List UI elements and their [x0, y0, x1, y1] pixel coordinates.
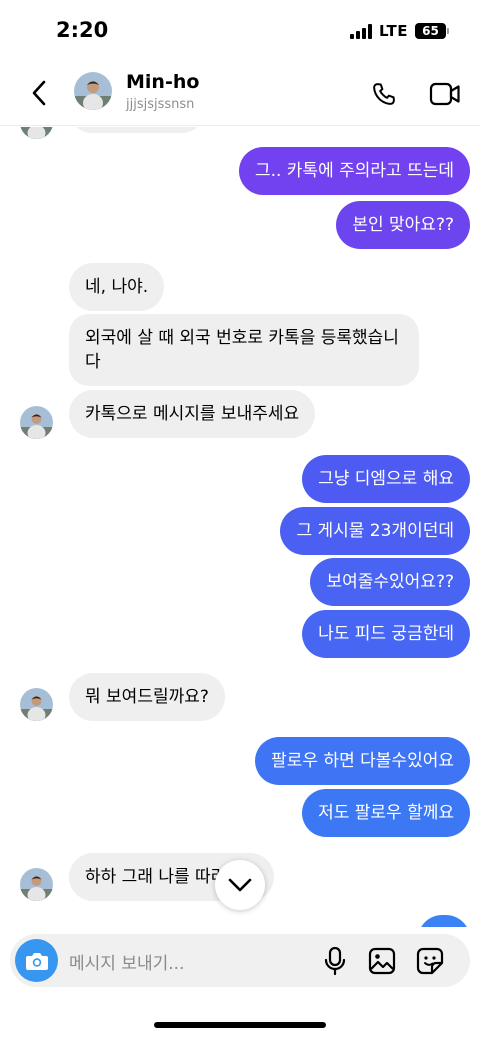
chat-header: Min-ho jjjsjsjssnsn: [0, 62, 480, 126]
message-bubble-received[interactable]: 뭐 보여드릴까요?: [69, 673, 225, 721]
phone-icon: [373, 83, 395, 105]
message-bubble-sent[interactable]: 그.. 카톡에 주의라고 뜨는데: [238, 147, 470, 195]
contact-name[interactable]: Min-ho: [126, 71, 199, 93]
message-thread[interactable]: 그.. 카톡에 주의라고 뜨는데 본인 맞아요?? 네, 나야. 외국에 살 때…: [0, 127, 480, 927]
profile-photo: [20, 406, 53, 439]
profile-photo: [20, 127, 53, 139]
message-bubble-sent[interactable]: 본인 맞아요??: [336, 201, 470, 249]
sender-avatar[interactable]: [20, 406, 53, 439]
network-type: LTE: [378, 22, 408, 40]
back-button[interactable]: [22, 76, 56, 110]
voice-message-button[interactable]: [319, 944, 351, 978]
message-bubble-sent[interactable]: 저도 팔로우 할께요: [302, 789, 470, 837]
contact-username[interactable]: jjjsjsjssnsn: [126, 97, 194, 112]
status-time: 2:20: [56, 18, 109, 42]
gallery-button[interactable]: [366, 945, 398, 977]
sender-avatar[interactable]: [20, 688, 53, 721]
profile-photo: [74, 72, 112, 110]
camera-button[interactable]: [15, 939, 58, 982]
battery-icon: 65: [415, 23, 449, 39]
message-bubble-sent[interactable]: 나도 피드 궁금한데: [302, 610, 470, 658]
message-bubble-sent[interactable]: [418, 915, 470, 927]
message-bubble-received[interactable]: 외국에 살 때 외국 번호로 카톡을 등록했습니다: [69, 314, 419, 386]
message-composer: 메시지 보내기...: [10, 934, 470, 987]
avatar[interactable]: [74, 72, 112, 110]
sticker-icon: [416, 947, 444, 975]
image-icon: [368, 947, 396, 975]
home-indicator: [154, 1022, 326, 1028]
camera-icon: [25, 952, 48, 970]
video-call-button[interactable]: [426, 76, 464, 112]
message-bubble-sent[interactable]: 보여줄수있어요??: [310, 558, 470, 606]
chevron-left-icon: [32, 80, 46, 106]
sticker-button[interactable]: [414, 945, 446, 977]
status-bar: 2:20 LTE 65: [0, 0, 480, 62]
profile-photo: [20, 868, 53, 901]
voice-call-button[interactable]: [366, 76, 402, 112]
message-bubble-sent[interactable]: 그냥 디엠으로 해요: [302, 455, 470, 503]
status-indicators: LTE 65: [349, 22, 449, 40]
scroll-to-bottom-button[interactable]: [215, 860, 265, 910]
message-bubble-sent[interactable]: 팔로우 하면 다볼수있어요: [255, 737, 470, 785]
chevron-down-icon: [228, 878, 252, 892]
message-bubble-received[interactable]: [69, 127, 205, 133]
message-input[interactable]: 메시지 보내기...: [69, 949, 184, 974]
sender-avatar[interactable]: [20, 127, 53, 139]
sender-avatar[interactable]: [20, 868, 53, 901]
video-camera-icon: [429, 82, 460, 106]
message-bubble-received[interactable]: 카톡으로 메시지를 보내주세요: [69, 390, 316, 438]
message-bubble-received[interactable]: 네, 나야.: [69, 263, 165, 311]
signal-icon: [349, 23, 372, 39]
profile-photo: [20, 688, 53, 721]
microphone-icon: [324, 946, 346, 976]
message-bubble-sent[interactable]: 그 게시물 23개이던데: [280, 507, 470, 555]
